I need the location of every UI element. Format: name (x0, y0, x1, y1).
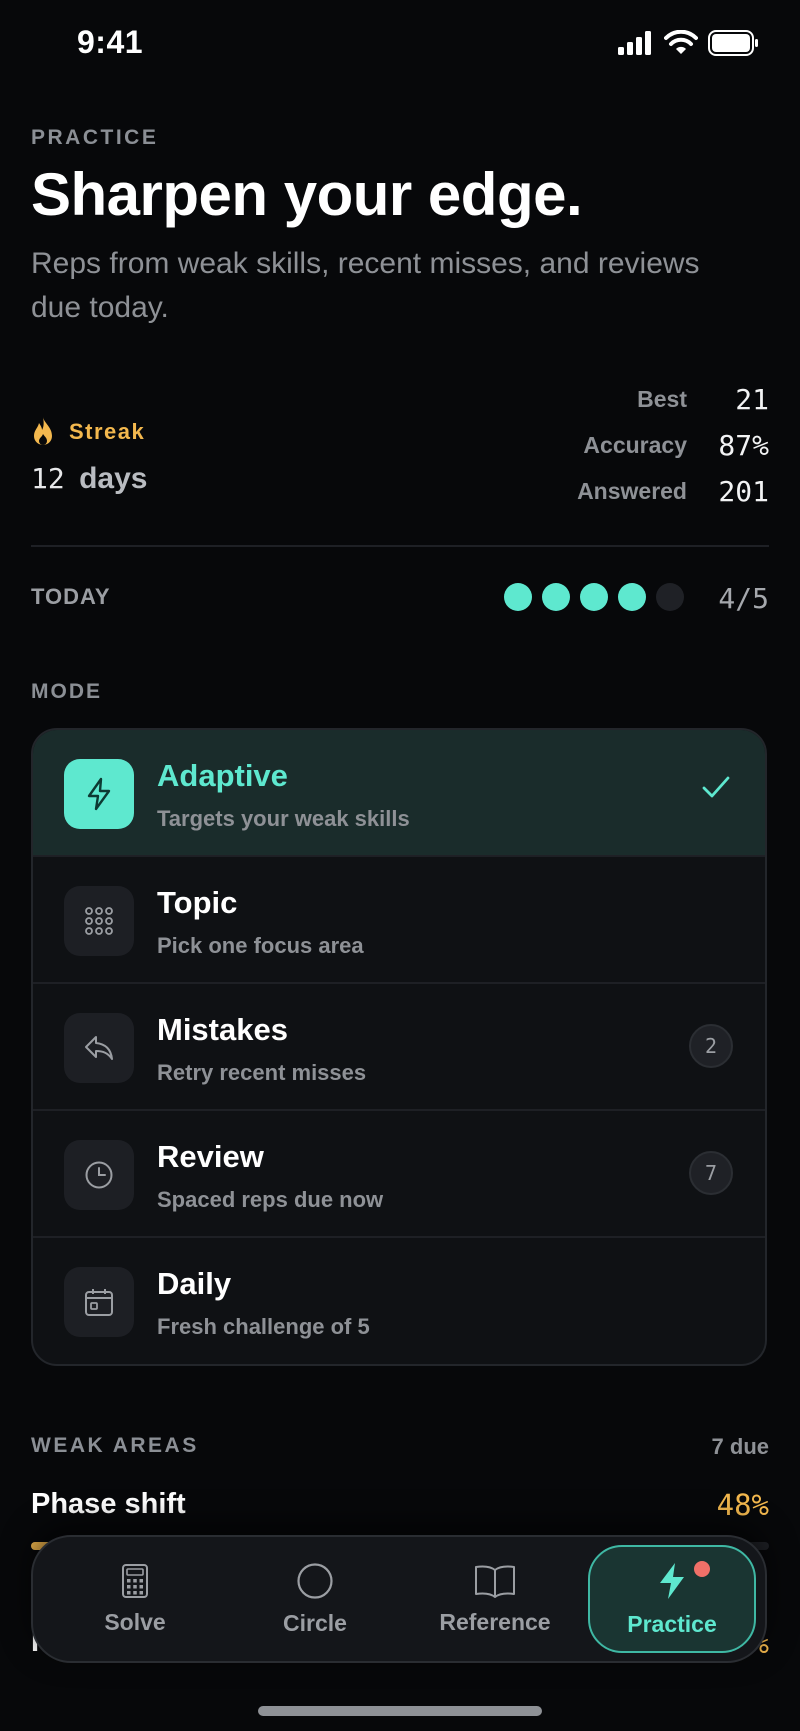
check-icon (702, 776, 730, 798)
status-time: 9:41 (77, 24, 144, 60)
tab-practice[interactable]: Practice (588, 1545, 756, 1653)
progress-dot-filled (504, 583, 532, 611)
mode-name: Daily (157, 1266, 232, 1301)
mode-item-review[interactable]: Review Spaced reps due now 7 (33, 1111, 765, 1238)
mode-description: Fresh challenge of 5 (157, 1314, 370, 1339)
calculator-icon (122, 1563, 148, 1598)
tab-circle[interactable]: Circle (231, 1545, 399, 1653)
mode-description: Retry recent misses (157, 1060, 367, 1085)
stat-label: Answered (577, 477, 687, 504)
today-label: TODAY (31, 584, 111, 609)
mode-item-topic[interactable]: Topic Pick one focus area (33, 857, 765, 984)
mode-icon-container (64, 1267, 134, 1337)
weak-area-percent: 48% (716, 1488, 769, 1522)
page-title: Sharpen your edge. (31, 161, 583, 228)
divider (31, 545, 769, 547)
tab-bar: Solve Circle Reference Practice (31, 1535, 767, 1663)
streak-label: Streak (69, 419, 146, 444)
mode-item-daily[interactable]: Daily Fresh challenge of 5 (33, 1238, 765, 1364)
count-badge: 2 (689, 1024, 733, 1068)
circle-icon (297, 1562, 333, 1599)
progress-dot-filled (618, 583, 646, 611)
stat-best: Best 21 (577, 376, 769, 422)
stat-answered: Answered 201 (577, 468, 769, 514)
tab-label: Reference (439, 1608, 551, 1635)
mode-name: Review (157, 1139, 264, 1174)
count-badge: 7 (689, 1151, 733, 1195)
calendar-icon (85, 1289, 113, 1316)
mode-icon-container (64, 1140, 134, 1210)
progress-dot-filled (542, 583, 570, 611)
weak-areas-label: WEAK AREAS (31, 1434, 199, 1457)
progress-dot-filled (580, 583, 608, 611)
flame-icon (34, 417, 52, 445)
stats-list: Best 21 Accuracy 87% Answered 201 (577, 376, 769, 514)
bolt-icon (660, 1562, 684, 1599)
weak-areas-due: 7 due (711, 1434, 769, 1459)
tab-solve[interactable]: Solve (51, 1545, 219, 1653)
mode-icon-container (64, 759, 134, 829)
streak-count: 12 (31, 462, 65, 495)
progress-dot-empty (656, 583, 684, 611)
mode-icon-container (64, 1013, 134, 1083)
battery-icon (708, 30, 758, 56)
mode-item-mistakes[interactable]: Mistakes Retry recent misses 2 (33, 984, 765, 1111)
tab-reference[interactable]: Reference (411, 1545, 579, 1653)
bolt-icon (87, 777, 111, 811)
book-icon (475, 1564, 515, 1598)
today-count: 4/5 (718, 582, 769, 615)
home-indicator[interactable] (258, 1706, 542, 1716)
mode-name: Adaptive (157, 758, 288, 793)
grid-icon (85, 907, 113, 935)
stat-value: 87% (718, 428, 769, 462)
today-progress-dots (504, 583, 684, 611)
stat-label: Accuracy (583, 431, 687, 458)
stat-label: Best (637, 385, 687, 412)
clock-icon (85, 1161, 113, 1189)
signal-icon (618, 31, 651, 55)
wifi-icon (664, 30, 698, 54)
weak-area-name[interactable]: Phase shift (31, 1488, 186, 1521)
tab-label: Practice (627, 1610, 717, 1637)
mode-name: Topic (157, 885, 238, 920)
mode-name: Mistakes (157, 1012, 288, 1047)
mode-item-adaptive[interactable]: Adaptive Targets your weak skills (33, 730, 765, 857)
reply-icon (85, 1036, 113, 1060)
page-subtitle: Reps from weak skills, recent misses, an… (31, 247, 700, 324)
stat-value: 21 (735, 382, 769, 416)
stat-value: 201 (718, 474, 769, 508)
mode-icon-container (64, 886, 134, 956)
tab-label: Circle (283, 1609, 347, 1636)
stat-accuracy: Accuracy 87% (577, 422, 769, 468)
streak-value: 12 days (31, 462, 147, 496)
mode-section-label: MODE (31, 680, 102, 703)
notification-dot (694, 1561, 710, 1577)
streak-block: Streak 12 days (31, 416, 147, 496)
mode-description: Spaced reps due now (157, 1187, 384, 1212)
mode-list: Adaptive Targets your weak skills Topic … (31, 728, 767, 1366)
tab-label: Solve (104, 1608, 166, 1635)
mode-description: Targets your weak skills (157, 806, 410, 831)
streak-unit: days (79, 462, 148, 495)
status-icons (618, 30, 760, 56)
section-eyebrow: PRACTICE (31, 126, 159, 149)
mode-description: Pick one focus area (157, 933, 364, 958)
